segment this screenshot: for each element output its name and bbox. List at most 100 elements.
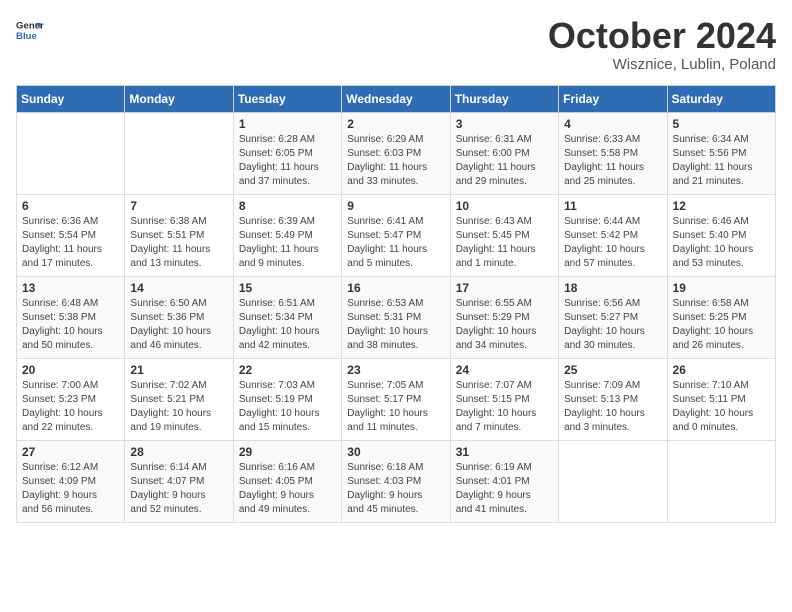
day-detail: Sunrise: 6:16 AM Sunset: 4:05 PM Dayligh… <box>239 461 336 517</box>
day-detail: Sunrise: 6:48 AM Sunset: 5:38 PM Dayligh… <box>22 297 119 353</box>
day-detail: Sunrise: 6:34 AM Sunset: 5:56 PM Dayligh… <box>673 133 770 189</box>
day-detail: Sunrise: 6:31 AM Sunset: 6:00 PM Dayligh… <box>456 133 553 189</box>
day-number: 15 <box>239 281 336 295</box>
day-number: 2 <box>347 117 444 131</box>
day-detail: Sunrise: 7:10 AM Sunset: 5:11 PM Dayligh… <box>673 379 770 435</box>
day-number: 19 <box>673 281 770 295</box>
calendar-day-cell: 30 Sunrise: 6:18 AM Sunset: 4:03 PM Dayli… <box>342 440 450 522</box>
day-detail: Sunrise: 6:36 AM Sunset: 5:54 PM Dayligh… <box>22 215 119 271</box>
day-number: 18 <box>564 281 661 295</box>
calendar-day-header: Saturday <box>667 85 775 112</box>
day-number: 11 <box>564 199 661 213</box>
day-detail: Sunrise: 6:41 AM Sunset: 5:47 PM Dayligh… <box>347 215 444 271</box>
calendar-week-row: 27Sunrise: 6:12 AM Sunset: 4:09 PM Dayli… <box>17 440 776 522</box>
day-detail: Sunrise: 6:14 AM Sunset: 4:07 PM Dayligh… <box>130 461 227 517</box>
day-number: 21 <box>130 363 227 377</box>
day-detail: Sunrise: 6:50 AM Sunset: 5:36 PM Dayligh… <box>130 297 227 353</box>
location-subtitle: Wisznice, Lublin, Poland <box>548 56 776 73</box>
calendar-day-cell: 3 Sunrise: 6:31 AM Sunset: 6:00 PM Daylig… <box>450 112 558 194</box>
day-detail: Sunrise: 7:07 AM Sunset: 5:15 PM Dayligh… <box>456 379 553 435</box>
calendar-day-cell: 18 Sunrise: 6:56 AM Sunset: 5:27 PM Dayli… <box>559 276 667 358</box>
calendar-day-cell <box>559 440 667 522</box>
day-detail: Sunrise: 6:55 AM Sunset: 5:29 PM Dayligh… <box>456 297 553 353</box>
day-detail: Sunrise: 6:38 AM Sunset: 5:51 PM Dayligh… <box>130 215 227 271</box>
day-detail: Sunrise: 6:44 AM Sunset: 5:42 PM Dayligh… <box>564 215 661 271</box>
day-number: 3 <box>456 117 553 131</box>
day-number: 4 <box>564 117 661 131</box>
calendar-day-cell <box>667 440 775 522</box>
calendar-day-cell: 2 Sunrise: 6:29 AM Sunset: 6:03 PM Daylig… <box>342 112 450 194</box>
day-detail: Sunrise: 6:43 AM Sunset: 5:45 PM Dayligh… <box>456 215 553 271</box>
calendar-day-cell <box>17 112 125 194</box>
calendar-day-header: Tuesday <box>233 85 341 112</box>
day-number: 22 <box>239 363 336 377</box>
day-detail: Sunrise: 7:09 AM Sunset: 5:13 PM Dayligh… <box>564 379 661 435</box>
calendar-day-cell: 29 Sunrise: 6:16 AM Sunset: 4:05 PM Dayli… <box>233 440 341 522</box>
day-detail: Sunrise: 6:39 AM Sunset: 5:49 PM Dayligh… <box>239 215 336 271</box>
day-number: 29 <box>239 445 336 459</box>
day-number: 5 <box>673 117 770 131</box>
calendar-day-cell: 22 Sunrise: 7:03 AM Sunset: 5:19 PM Dayli… <box>233 358 341 440</box>
day-detail: Sunrise: 6:28 AM Sunset: 6:05 PM Dayligh… <box>239 133 336 189</box>
day-number: 8 <box>239 199 336 213</box>
day-detail: Sunrise: 6:29 AM Sunset: 6:03 PM Dayligh… <box>347 133 444 189</box>
logo: General Blue <box>16 16 44 44</box>
day-number: 23 <box>347 363 444 377</box>
day-number: 31 <box>456 445 553 459</box>
calendar-day-cell: 9 Sunrise: 6:41 AM Sunset: 5:47 PM Daylig… <box>342 194 450 276</box>
day-number: 30 <box>347 445 444 459</box>
day-detail: Sunrise: 6:51 AM Sunset: 5:34 PM Dayligh… <box>239 297 336 353</box>
calendar-day-cell: 31Sunrise: 6:19 AM Sunset: 4:01 PM Dayli… <box>450 440 558 522</box>
calendar-day-cell: 13Sunrise: 6:48 AM Sunset: 5:38 PM Dayli… <box>17 276 125 358</box>
day-detail: Sunrise: 6:18 AM Sunset: 4:03 PM Dayligh… <box>347 461 444 517</box>
calendar-day-cell: 20Sunrise: 7:00 AM Sunset: 5:23 PM Dayli… <box>17 358 125 440</box>
day-detail: Sunrise: 6:46 AM Sunset: 5:40 PM Dayligh… <box>673 215 770 271</box>
calendar-week-row: 1Sunrise: 6:28 AM Sunset: 6:05 PM Daylig… <box>17 112 776 194</box>
calendar-day-cell: 26 Sunrise: 7:10 AM Sunset: 5:11 PM Dayli… <box>667 358 775 440</box>
calendar-day-cell: 17 Sunrise: 6:55 AM Sunset: 5:29 PM Dayli… <box>450 276 558 358</box>
calendar-body: 1Sunrise: 6:28 AM Sunset: 6:05 PM Daylig… <box>17 112 776 522</box>
calendar-day-header: Wednesday <box>342 85 450 112</box>
calendar-day-cell: 12Sunrise: 6:46 AM Sunset: 5:40 PM Dayli… <box>667 194 775 276</box>
svg-text:Blue: Blue <box>16 31 37 42</box>
calendar-day-cell: 15 Sunrise: 6:51 AM Sunset: 5:34 PM Dayli… <box>233 276 341 358</box>
month-title: October 2024 <box>548 16 776 56</box>
day-number: 9 <box>347 199 444 213</box>
day-number: 20 <box>22 363 119 377</box>
calendar-day-cell: 1Sunrise: 6:28 AM Sunset: 6:05 PM Daylig… <box>233 112 341 194</box>
page-header: General Blue October 2024 Wisznice, Lubl… <box>16 16 776 73</box>
day-number: 14 <box>130 281 227 295</box>
calendar-day-cell: 16 Sunrise: 6:53 AM Sunset: 5:31 PM Dayli… <box>342 276 450 358</box>
calendar-week-row: 6Sunrise: 6:36 AM Sunset: 5:54 PM Daylig… <box>17 194 776 276</box>
calendar-day-cell: 8 Sunrise: 6:39 AM Sunset: 5:49 PM Daylig… <box>233 194 341 276</box>
calendar-day-cell: 24 Sunrise: 7:07 AM Sunset: 5:15 PM Dayli… <box>450 358 558 440</box>
day-detail: Sunrise: 6:33 AM Sunset: 5:58 PM Dayligh… <box>564 133 661 189</box>
calendar-day-cell: 23 Sunrise: 7:05 AM Sunset: 5:17 PM Dayli… <box>342 358 450 440</box>
calendar-day-cell: 7 Sunrise: 6:38 AM Sunset: 5:51 PM Daylig… <box>125 194 233 276</box>
calendar-day-cell: 21Sunrise: 7:02 AM Sunset: 5:21 PM Dayli… <box>125 358 233 440</box>
calendar-day-cell: 19Sunrise: 6:58 AM Sunset: 5:25 PM Dayli… <box>667 276 775 358</box>
calendar-day-cell: 28 Sunrise: 6:14 AM Sunset: 4:07 PM Dayli… <box>125 440 233 522</box>
day-number: 16 <box>347 281 444 295</box>
calendar-day-cell <box>125 112 233 194</box>
day-detail: Sunrise: 6:53 AM Sunset: 5:31 PM Dayligh… <box>347 297 444 353</box>
day-number: 28 <box>130 445 227 459</box>
day-number: 24 <box>456 363 553 377</box>
day-detail: Sunrise: 6:12 AM Sunset: 4:09 PM Dayligh… <box>22 461 119 517</box>
calendar-day-header: Monday <box>125 85 233 112</box>
day-number: 10 <box>456 199 553 213</box>
day-number: 17 <box>456 281 553 295</box>
day-detail: Sunrise: 6:56 AM Sunset: 5:27 PM Dayligh… <box>564 297 661 353</box>
day-detail: Sunrise: 7:03 AM Sunset: 5:19 PM Dayligh… <box>239 379 336 435</box>
day-number: 7 <box>130 199 227 213</box>
calendar-day-cell: 5 Sunrise: 6:34 AM Sunset: 5:56 PM Daylig… <box>667 112 775 194</box>
day-detail: Sunrise: 7:05 AM Sunset: 5:17 PM Dayligh… <box>347 379 444 435</box>
calendar-day-header: Thursday <box>450 85 558 112</box>
day-number: 26 <box>673 363 770 377</box>
calendar-day-cell: 27Sunrise: 6:12 AM Sunset: 4:09 PM Dayli… <box>17 440 125 522</box>
calendar-week-row: 20Sunrise: 7:00 AM Sunset: 5:23 PM Dayli… <box>17 358 776 440</box>
calendar-week-row: 13Sunrise: 6:48 AM Sunset: 5:38 PM Dayli… <box>17 276 776 358</box>
calendar-day-header: Sunday <box>17 85 125 112</box>
day-number: 25 <box>564 363 661 377</box>
calendar-day-header: Friday <box>559 85 667 112</box>
